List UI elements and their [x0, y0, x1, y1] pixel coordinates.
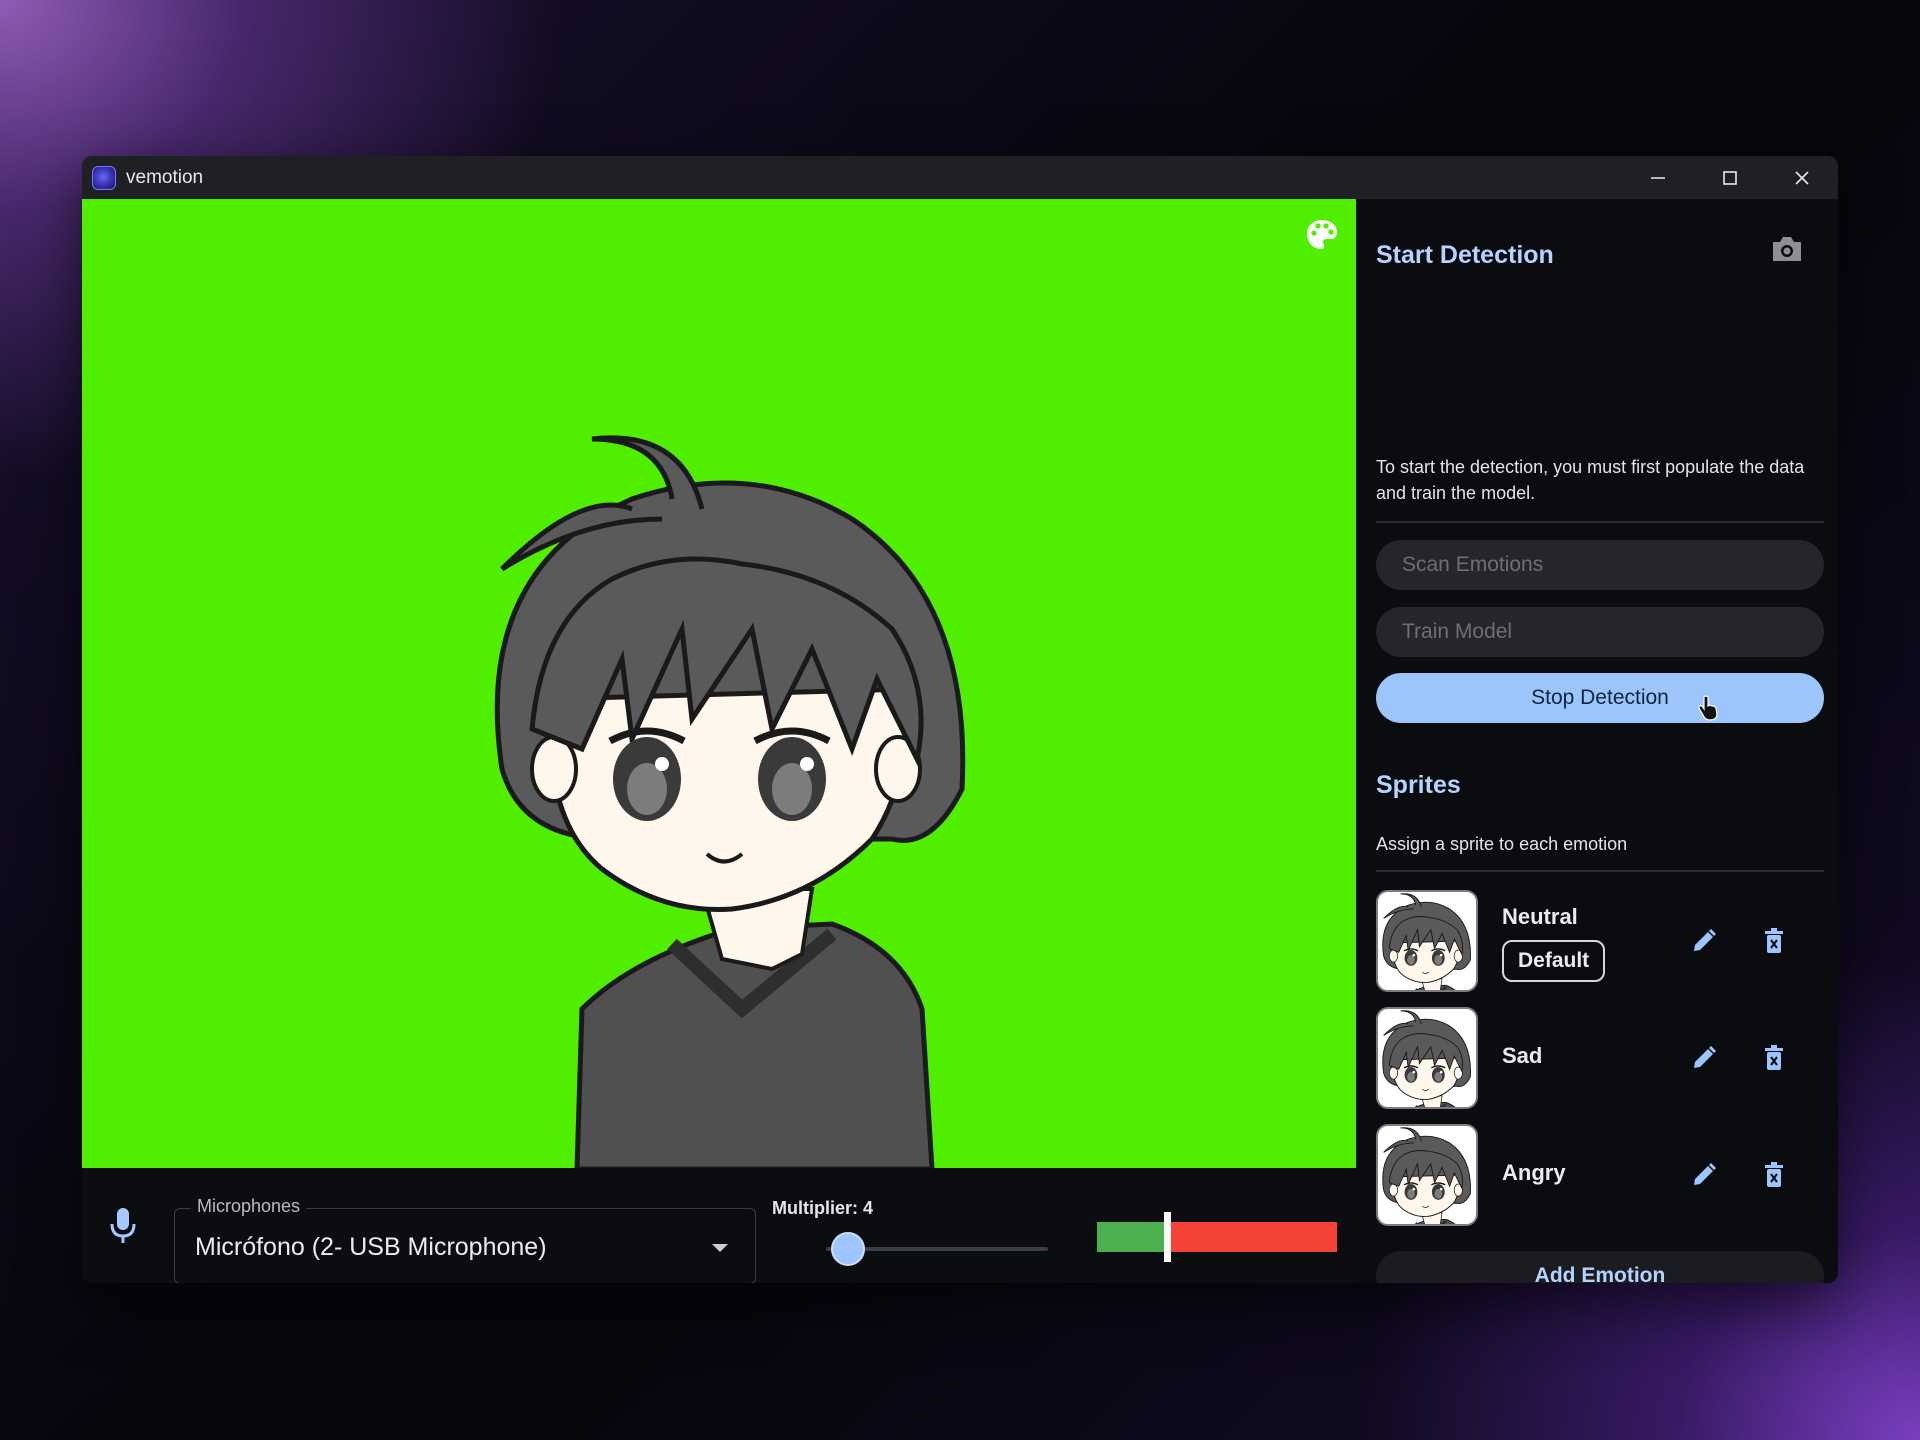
camera-icon [1773, 237, 1801, 261]
detection-description: To start the detection, you must first p… [1376, 457, 1805, 503]
hand-cursor-icon [1698, 695, 1718, 721]
delete-sprite-button[interactable] [1756, 1040, 1792, 1076]
microphone-select-label: Microphones [191, 1196, 307, 1217]
pencil-icon [1694, 929, 1716, 951]
level-threshold-handle[interactable] [1163, 1212, 1171, 1262]
window-controls [1622, 156, 1838, 199]
stop-detection-label: Stop Detection [1531, 686, 1669, 709]
sprite-row-neutral: Neutral Default [1376, 890, 1824, 992]
pencil-icon [1694, 1163, 1716, 1185]
minimize-button[interactable] [1622, 156, 1694, 199]
audio-level-meter [1097, 1212, 1337, 1262]
sprite-thumbnail-image [1381, 1126, 1472, 1224]
close-button[interactable] [1766, 156, 1838, 199]
character-sprite-image [82, 199, 1356, 1168]
pencil-icon [1694, 1046, 1716, 1068]
stop-detection-button[interactable]: Stop Detection [1376, 673, 1824, 723]
delete-sprite-button[interactable] [1756, 923, 1792, 959]
delete-sprite-button[interactable] [1756, 1157, 1792, 1193]
sprite-row-angry: Angry [1376, 1124, 1824, 1226]
sprite-thumbnail[interactable] [1376, 890, 1478, 992]
window-title: vemotion [126, 166, 204, 188]
sprite-name: Angry [1502, 1160, 1566, 1185]
microphone-select-value: Micrófono (2- USB Microphone) [195, 1233, 547, 1261]
maximize-button[interactable] [1694, 156, 1766, 199]
level-meter-high-region [1166, 1222, 1337, 1252]
detection-title: Start Detection [1376, 241, 1554, 269]
trash-icon [1765, 1045, 1783, 1070]
train-model-button[interactable]: Train Model [1376, 607, 1824, 657]
close-icon [1795, 170, 1809, 185]
multiplier-slider-thumb[interactable] [831, 1232, 866, 1266]
maximize-icon [1723, 170, 1737, 185]
level-meter-low-region [1097, 1222, 1167, 1252]
palette-icon [1307, 220, 1337, 249]
multiplier-slider[interactable] [826, 1232, 1048, 1266]
sprite-thumbnail-image [1381, 1009, 1472, 1107]
app-window: vemotion Microphones Micrófono (2- USB M… [82, 156, 1838, 1283]
detection-divider [1376, 521, 1824, 523]
sprites-title: Sprites [1376, 771, 1461, 799]
title-bar: vemotion [82, 156, 1838, 199]
default-badge: Default [1502, 940, 1606, 982]
control-panel: Start Detection To start the detection, … [1356, 199, 1838, 1283]
sprite-thumbnail[interactable] [1376, 1124, 1478, 1226]
audio-controls-bar: Microphones Micrófono (2- USB Microphone… [82, 1168, 1356, 1283]
background-color-button[interactable] [1304, 217, 1340, 253]
sprite-preview-stage [82, 199, 1356, 1168]
sprite-row-sad: Sad [1376, 1007, 1824, 1109]
sprites-divider [1376, 870, 1824, 872]
multiplier-label: Multiplier: 4 [772, 1198, 874, 1218]
edit-sprite-button[interactable] [1686, 923, 1722, 959]
sprites-description: Assign a sprite to each emotion [1376, 834, 1628, 854]
sprite-name: Sad [1502, 1043, 1543, 1068]
sprite-name: Neutral [1502, 904, 1578, 929]
app-logo-icon [92, 165, 116, 190]
add-emotion-button[interactable]: Add Emotion [1376, 1251, 1824, 1283]
microphone-icon [108, 1206, 138, 1251]
minimize-icon [1651, 176, 1665, 179]
sprite-thumbnail-image [1381, 892, 1472, 990]
sprite-thumbnail[interactable] [1376, 1007, 1478, 1109]
trash-icon [1765, 1162, 1783, 1187]
scan-emotions-button[interactable]: Scan Emotions [1376, 540, 1824, 590]
dropdown-caret-icon [712, 1244, 728, 1252]
camera-button[interactable] [1770, 234, 1804, 269]
trash-icon [1765, 928, 1783, 953]
edit-sprite-button[interactable] [1686, 1157, 1722, 1193]
microphone-select[interactable]: Microphones Micrófono (2- USB Microphone… [174, 1196, 756, 1283]
edit-sprite-button[interactable] [1686, 1040, 1722, 1076]
